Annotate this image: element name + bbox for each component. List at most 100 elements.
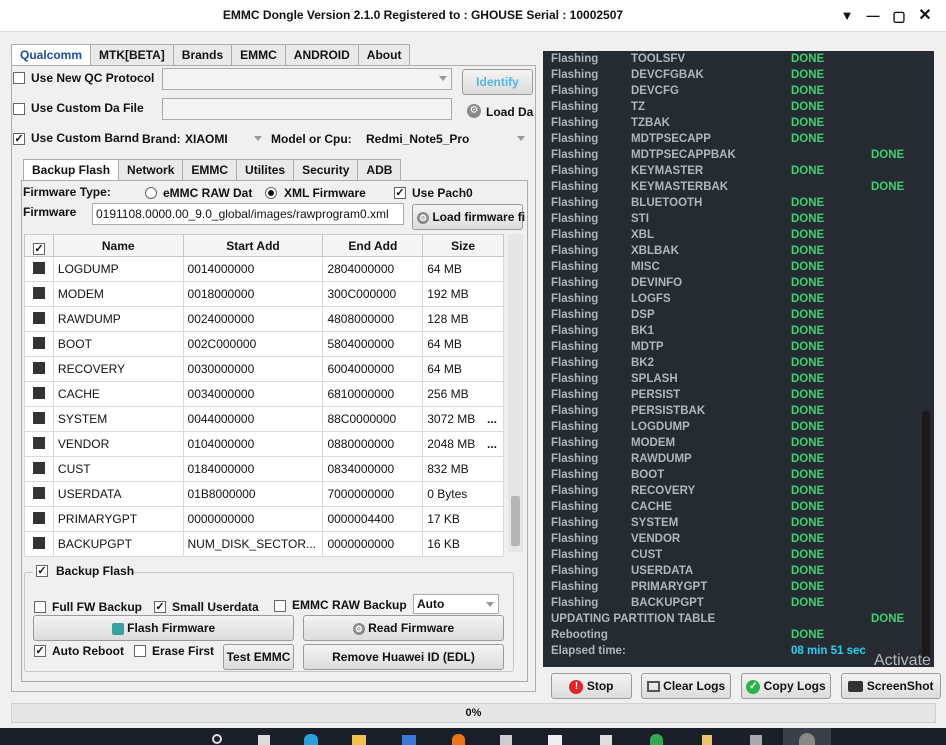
log-action: Flashing xyxy=(551,389,599,401)
tab-adb[interactable]: ADB xyxy=(357,159,402,181)
remove-huawei-id-button[interactable]: Remove Huawei ID (EDL) xyxy=(303,644,504,670)
col-name[interactable]: Name xyxy=(52,234,184,257)
load-firmware-button[interactable]: ⚙ Load firmware fi xyxy=(412,204,525,230)
backup-flash-checkbox[interactable]: ✓ xyxy=(36,565,48,577)
tab-emmc[interactable]: EMMC xyxy=(231,44,286,66)
brand-select[interactable]: XIAOMI xyxy=(181,128,267,150)
erase-first-checkbox[interactable] xyxy=(134,645,146,657)
clear-logs-button[interactable]: Clear Logs xyxy=(641,673,731,699)
table-scroll-thumb[interactable] xyxy=(511,496,520,546)
row-checkbox[interactable] xyxy=(24,406,54,432)
mail-icon[interactable] xyxy=(402,735,416,745)
tab-brands[interactable]: Brands xyxy=(172,44,233,66)
tab-network[interactable]: Network xyxy=(118,159,184,181)
activate-watermark: Activate xyxy=(874,652,931,669)
log-action: Flashing xyxy=(551,581,599,593)
col-end-add[interactable]: End Add xyxy=(322,234,424,257)
options-chevron-icon[interactable]: ▼ xyxy=(836,6,858,26)
partition-name: VENDOR xyxy=(52,431,184,457)
auto-reboot-checkbox[interactable]: ✓ xyxy=(34,645,46,657)
table-row[interactable]: USERDATA 01B8000000 7000000000 0 Bytes xyxy=(24,481,504,507)
table-row[interactable]: VENDOR 0104000000 0880000000 2048 MB... xyxy=(24,431,504,457)
tab-android[interactable]: ANDROID xyxy=(284,44,359,66)
close-icon[interactable]: ✕ xyxy=(914,6,936,26)
row-checkbox[interactable] xyxy=(24,456,54,482)
col-size[interactable]: Size xyxy=(422,234,504,257)
table-row[interactable]: LOGDUMP 0014000000 2804000000 64 MB xyxy=(24,256,504,282)
row-checkbox[interactable] xyxy=(24,306,54,332)
row-checkbox[interactable] xyxy=(24,256,54,282)
use-new-qc-protocol-checkbox[interactable] xyxy=(13,72,25,84)
table-row[interactable]: PRIMARYGPT 0000000000 0000004400 17 KB xyxy=(24,506,504,532)
firmware-path-input[interactable]: 0191108.0000.00_9.0_global/images/rawpro… xyxy=(92,203,404,225)
stop-button[interactable]: ! Stop xyxy=(551,673,632,699)
row-checkbox[interactable] xyxy=(24,531,54,557)
read-firmware-button[interactable]: ⚙ Read Firmware xyxy=(303,615,504,641)
emmc-raw-backup-checkbox[interactable] xyxy=(274,600,286,612)
table-row[interactable]: CUST 0184000000 0834000000 832 MB xyxy=(24,456,504,482)
table-row[interactable]: RAWDUMP 0024000000 4808000000 128 MB xyxy=(24,306,504,332)
use-custom-brand-checkbox[interactable]: ✓ xyxy=(13,133,25,145)
minimize-icon[interactable]: — xyxy=(862,6,884,26)
partition-start: 0104000000 xyxy=(182,431,324,457)
copy-logs-button[interactable]: ✓ Copy Logs xyxy=(741,673,831,699)
log-scroll-thumb[interactable] xyxy=(922,411,930,661)
table-row[interactable]: MODEM 0018000000 300C000000 192 MB xyxy=(24,281,504,307)
table-row[interactable]: BACKUPGPT NUM_DISK_SECTOR... 0000000000 16 … xyxy=(24,531,504,557)
xml-firmware-radio[interactable] xyxy=(265,187,277,199)
app-icon-2[interactable] xyxy=(702,735,712,745)
search-icon[interactable] xyxy=(212,734,222,744)
tab-sub-emmc[interactable]: EMMC xyxy=(182,159,238,181)
test-emmc-button[interactable]: Test EMMC xyxy=(223,644,294,670)
tab-about[interactable]: About xyxy=(357,44,411,66)
edge-icon[interactable] xyxy=(304,734,318,745)
tab-backup-flash[interactable]: Backup Flash xyxy=(23,159,120,181)
table-scrollbar[interactable] xyxy=(508,234,523,552)
tab-mtk[interactable]: MTK[BETA] xyxy=(90,44,174,66)
tab-security[interactable]: Security xyxy=(293,159,359,181)
log-status: DONE xyxy=(871,613,905,625)
table-row[interactable]: SYSTEM 0044000000 88C0000000 3072 MB... xyxy=(24,406,504,432)
table-row[interactable]: RECOVERY 0030000000 6004000000 64 MB xyxy=(24,356,504,382)
maximize-icon[interactable]: ▢ xyxy=(888,6,910,26)
small-userdata-checkbox[interactable]: ✓ xyxy=(154,601,166,613)
table-row[interactable]: BOOT 002C000000 5804000000 64 MB xyxy=(24,331,504,357)
screenshot-button[interactable]: ScreenShot xyxy=(841,673,941,699)
row-checkbox[interactable] xyxy=(24,481,54,507)
chrome-icon[interactable] xyxy=(650,734,663,745)
active-app-slot[interactable] xyxy=(783,728,831,745)
store-icon[interactable] xyxy=(548,735,562,745)
tab-utilites[interactable]: Utilites xyxy=(236,159,295,181)
col-start-add[interactable]: Start Add xyxy=(182,234,324,257)
emmc-raw-radio[interactable] xyxy=(145,187,157,199)
load-da-button[interactable]: ⚙ Load Da xyxy=(462,100,536,124)
table-row[interactable]: CACHE 0034000000 6810000000 256 MB xyxy=(24,381,504,407)
row-checkbox[interactable] xyxy=(24,356,54,382)
model-select[interactable]: Redmi_Note5_Pro xyxy=(362,128,530,150)
select-all-checkbox[interactable]: ✓ xyxy=(24,234,54,257)
use-custom-da-file-checkbox[interactable] xyxy=(13,103,25,115)
emmc-raw-mode-select[interactable]: Auto xyxy=(413,594,499,614)
notepad-icon[interactable] xyxy=(600,735,612,745)
identify-button[interactable]: Identify xyxy=(462,69,533,95)
da-file-path-field[interactable] xyxy=(162,98,452,120)
app-icon-3[interactable] xyxy=(750,735,762,745)
size-more-button[interactable]: ... xyxy=(487,412,497,426)
log-row: Flashing TZ DONE xyxy=(551,101,824,117)
task-view-icon[interactable] xyxy=(258,735,270,745)
row-checkbox[interactable] xyxy=(24,431,54,457)
qc-protocol-select[interactable] xyxy=(162,68,452,90)
size-more-button[interactable]: ... xyxy=(487,437,497,451)
full-fw-backup-checkbox[interactable] xyxy=(34,601,46,613)
row-checkbox[interactable] xyxy=(24,381,54,407)
log-scrollbar[interactable] xyxy=(918,51,934,667)
tab-qualcomm[interactable]: Qualcomm xyxy=(11,44,92,66)
row-checkbox[interactable] xyxy=(24,506,54,532)
file-explorer-icon[interactable] xyxy=(352,735,366,745)
row-checkbox[interactable] xyxy=(24,281,54,307)
firefox-icon[interactable] xyxy=(452,734,465,745)
row-checkbox[interactable] xyxy=(24,331,54,357)
app-icon[interactable] xyxy=(500,735,512,745)
flash-firmware-button[interactable]: Flash Firmware xyxy=(33,615,294,641)
use-patch-checkbox[interactable]: ✓ xyxy=(394,187,406,199)
